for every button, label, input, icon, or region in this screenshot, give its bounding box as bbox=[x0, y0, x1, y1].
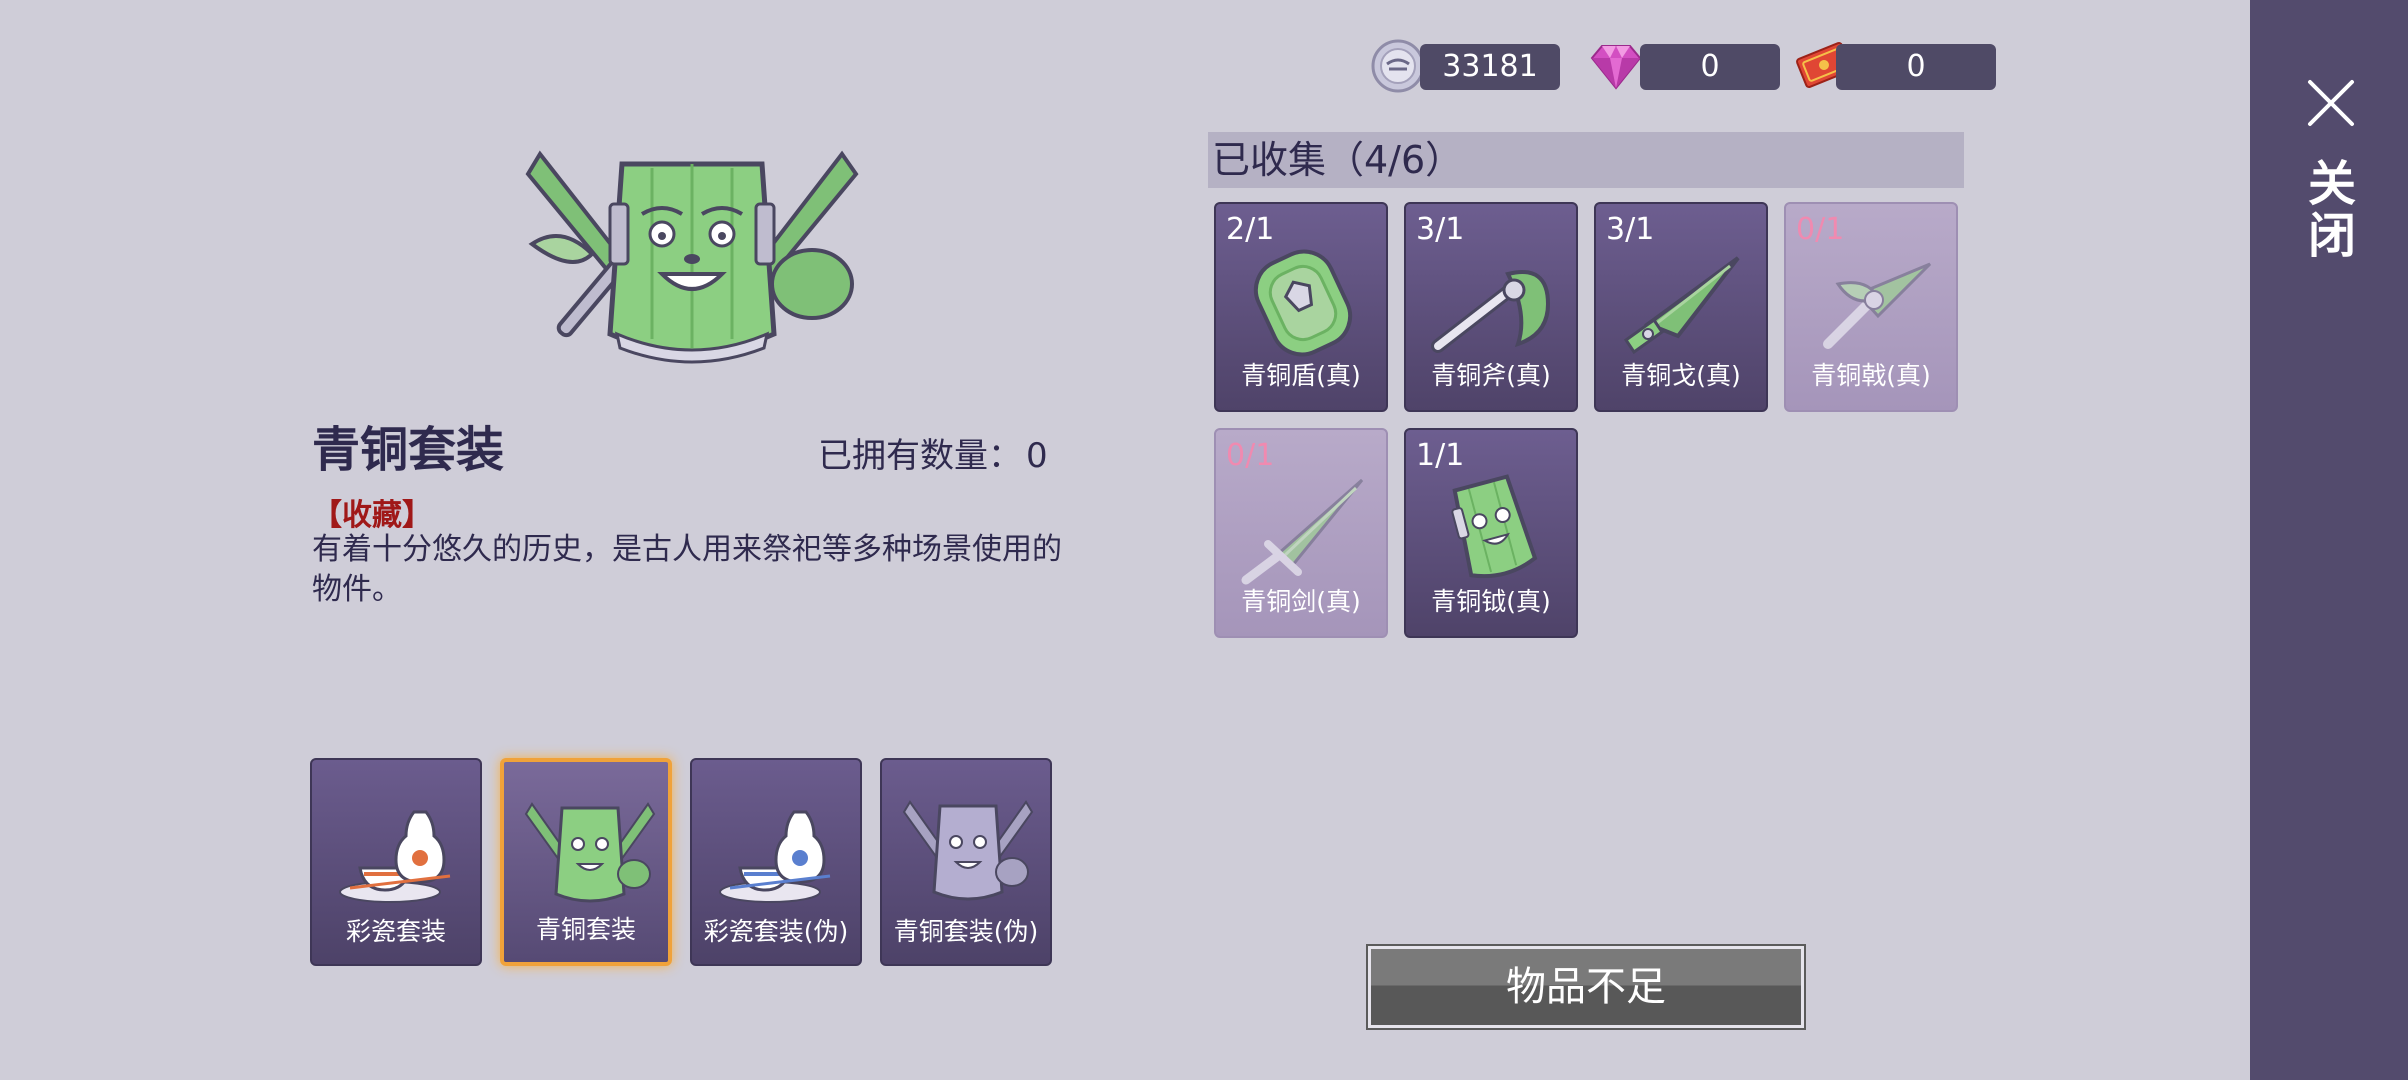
piece-label: 青铜剑(真) bbox=[1241, 587, 1361, 616]
piece-label: 青铜钺(真) bbox=[1431, 587, 1551, 616]
set-card-porcelain[interactable]: 彩瓷套装 bbox=[310, 758, 482, 966]
bronze-set-fake-icon bbox=[902, 800, 1034, 901]
piece-count: 2/1 bbox=[1226, 212, 1275, 247]
owned-count: 已拥有数量： 0 bbox=[814, 428, 1048, 477]
piece-count: 0/1 bbox=[1796, 212, 1845, 247]
porcelain-set-icon bbox=[339, 810, 451, 903]
set-card-label: 青铜套装(伪) bbox=[893, 917, 1039, 946]
piece-label: 青铜盾(真) bbox=[1241, 361, 1361, 390]
bronze-set-icon bbox=[524, 802, 656, 903]
set-title: 青铜套装 bbox=[312, 422, 505, 478]
bronze-sword-icon bbox=[1241, 478, 1364, 585]
owned-label: 已拥有数量： bbox=[818, 436, 1022, 476]
piece-count: 3/1 bbox=[1606, 212, 1655, 247]
set-card-bronze-fake[interactable]: 青铜套装(伪) bbox=[880, 758, 1052, 966]
piece-bronze-halberd[interactable]: 0/1 青铜戟(真) bbox=[1784, 202, 1958, 412]
piece-bronze-axe[interactable]: 3/1 青铜斧(真) bbox=[1404, 202, 1578, 412]
bronze-axe-icon bbox=[1431, 270, 1551, 353]
close-label[interactable]: 关闭 bbox=[2299, 158, 2356, 262]
set-card-label: 彩瓷套装 bbox=[345, 917, 446, 946]
piece-bronze-dagger-axe[interactable]: 3/1 青铜戈(真) bbox=[1594, 202, 1768, 412]
gem-icon bbox=[1590, 45, 1642, 90]
bronze-yue-icon bbox=[1451, 474, 1538, 579]
piece-bronze-yue[interactable]: 1/1 青铜钺(真) bbox=[1404, 428, 1578, 638]
bronze-dagger-axe-icon bbox=[1623, 256, 1740, 355]
bronze-shield-icon bbox=[1253, 249, 1353, 357]
set-card-label: 青铜套装 bbox=[535, 915, 636, 944]
bronze-set-artwork bbox=[525, 150, 859, 364]
piece-count: 0/1 bbox=[1226, 438, 1275, 473]
porcelain-set-fake-icon bbox=[719, 810, 831, 903]
set-card-label: 彩瓷套装(伪) bbox=[703, 917, 849, 946]
gem-amount: 0 bbox=[1640, 44, 1780, 90]
piece-label: 青铜斧(真) bbox=[1431, 361, 1551, 390]
owned-value: 0 bbox=[1026, 436, 1048, 476]
set-card-bronze[interactable]: 青铜套装 bbox=[500, 758, 672, 966]
bronze-halberd-icon bbox=[1823, 262, 1932, 349]
piece-bronze-shield[interactable]: 2/1 青铜盾(真) bbox=[1214, 202, 1388, 412]
coin-icon bbox=[1371, 39, 1425, 93]
piece-count: 3/1 bbox=[1416, 212, 1465, 247]
close-icon[interactable] bbox=[2304, 76, 2358, 130]
piece-count: 1/1 bbox=[1416, 438, 1465, 473]
piece-label: 青铜戟(真) bbox=[1811, 361, 1931, 390]
set-card-porcelain-fake[interactable]: 彩瓷套装(伪) bbox=[690, 758, 862, 966]
collection-title: 已收集（4/6） bbox=[1212, 138, 1464, 182]
insufficient-items-button[interactable]: 物品不足 bbox=[1366, 944, 1806, 1030]
coin-amount: 33181 bbox=[1420, 44, 1560, 90]
piece-bronze-sword[interactable]: 0/1 青铜剑(真) bbox=[1214, 428, 1388, 638]
category-tag: 【收藏】 bbox=[312, 498, 432, 533]
piece-label: 青铜戈(真) bbox=[1621, 361, 1741, 390]
ticket-amount: 0 bbox=[1836, 44, 1996, 90]
close-panel[interactable]: 关闭 bbox=[2250, 0, 2408, 1080]
set-description: 有着十分悠久的历史，是古人用来祭祀等多种场景使用的物件。 bbox=[312, 532, 1062, 607]
